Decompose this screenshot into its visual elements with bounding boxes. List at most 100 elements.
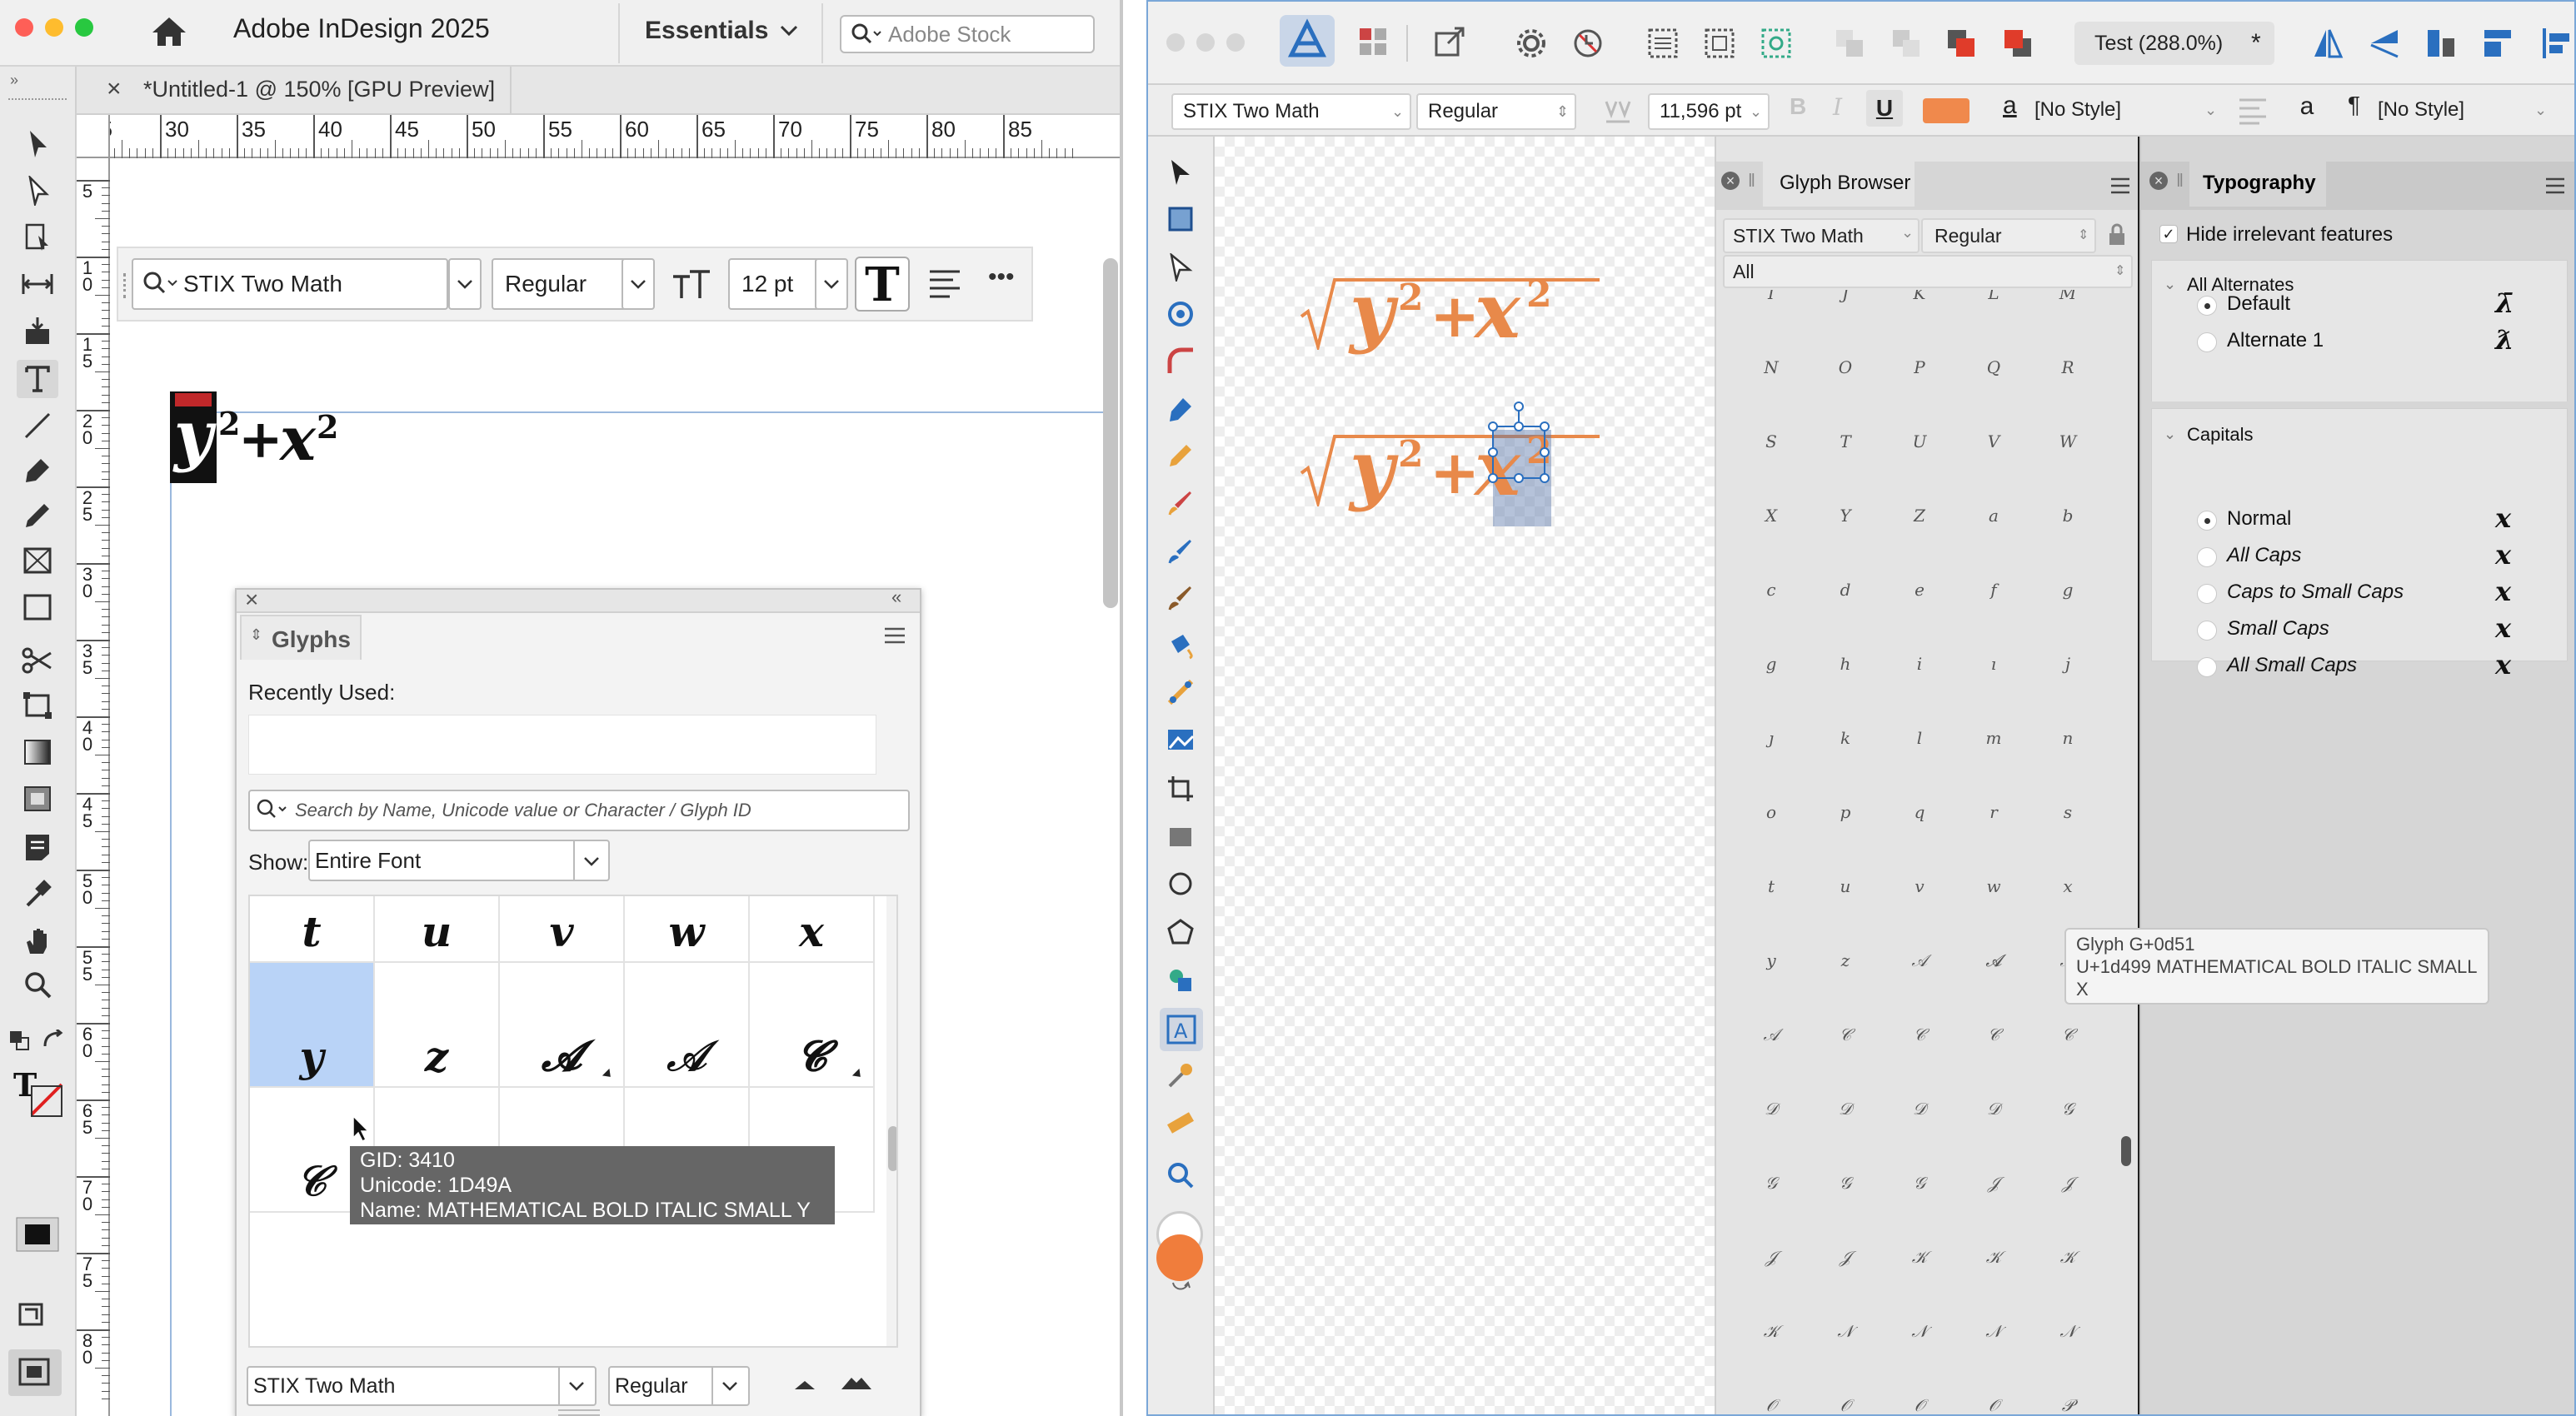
af-font-field[interactable]: STIX Two Math ⌄	[1171, 93, 1411, 130]
af-style-field[interactable]: Regular ⇕	[1416, 93, 1576, 130]
gb-glyph-cell[interactable]: 𝒟	[1883, 1072, 1956, 1145]
gb-glyph-cell[interactable]: 𝒟	[1809, 1072, 1882, 1145]
ruler-origin[interactable]	[77, 115, 110, 158]
baseline-grid-icon[interactable]	[1646, 27, 1680, 60]
note-tool-icon[interactable]	[17, 828, 58, 866]
gb-glyph-cell[interactable]: 𝒢	[2031, 1072, 2104, 1145]
gb-glyph-cell[interactable]: 𝓐	[1957, 924, 2030, 997]
gb-scroll-thumb[interactable]	[2121, 1136, 2131, 1166]
gb-glyph-cell[interactable]: c	[1735, 553, 1808, 626]
move-to-front-icon[interactable]	[1944, 27, 1978, 60]
margins-icon[interactable]	[1703, 27, 1736, 60]
option-radio[interactable]	[2197, 332, 2217, 352]
gb-glyph-cell[interactable]: m	[1957, 701, 2030, 775]
gb-glyph-cell[interactable]: 𝒦	[1735, 1294, 1808, 1368]
character-style-field[interactable]: [No Style] ⌄	[2024, 93, 2224, 130]
option-radio[interactable]	[2197, 621, 2217, 641]
document-zoom-menu[interactable]: Test (288.0%) *	[2074, 22, 2274, 65]
gb-glyph-cell[interactable]: 𝒥	[2031, 1146, 2104, 1219]
gb-glyph-cell[interactable]: R	[2031, 331, 2104, 404]
gb-glyph-cell[interactable]: M	[2031, 290, 2104, 330]
underline-button[interactable]: U	[1866, 90, 1903, 127]
publisher-persona-icon[interactable]	[1280, 15, 1335, 67]
selection-tool-icon[interactable]	[17, 125, 58, 163]
gb-glyph-cell[interactable]: W	[2031, 405, 2104, 478]
home-icon[interactable]	[150, 15, 188, 48]
gb-glyph-cell[interactable]: v	[1883, 850, 1956, 923]
rotate-icon[interactable]	[2424, 27, 2458, 60]
gb-glyph-cell[interactable]: f	[1957, 553, 2030, 626]
pencil-tool-icon[interactable]	[1166, 441, 1195, 470]
gb-glyph-cell[interactable]: u	[1809, 850, 1882, 923]
settings-gear-icon[interactable]	[1515, 27, 1548, 60]
glyph-cell[interactable]: t	[250, 896, 375, 963]
export-icon[interactable]	[1433, 25, 1466, 58]
gb-glyph-cell[interactable]: Z	[1883, 479, 1956, 552]
hand-tool-icon[interactable]	[17, 921, 58, 960]
glyph-grid-scroll-thumb[interactable]	[888, 1126, 896, 1171]
collapse-panel-icon[interactable]: «	[891, 586, 901, 608]
bleed-icon[interactable]	[1760, 27, 1793, 60]
vertical-scrollbar-thumb[interactable]	[1103, 258, 1118, 608]
align-left-icon[interactable]	[2541, 27, 2574, 60]
glyphs-tab[interactable]: ⇕ Glyphs	[240, 615, 362, 660]
paragraph-style-a-button[interactable]: a	[2288, 88, 2326, 127]
gb-glyph-cell[interactable]: J	[1809, 290, 1882, 330]
gb-glyph-cell[interactable]: 𝒢	[1883, 1146, 1956, 1219]
crop-tool-icon[interactable]	[1166, 775, 1195, 803]
gb-glyph-cell[interactable]: 𝒦	[1883, 1220, 1956, 1294]
option-label[interactable]: Default	[2227, 292, 2290, 316]
typography-tab[interactable]: Typography	[2189, 160, 2326, 207]
gb-glyph-cell[interactable]: 𝒜	[1883, 924, 1956, 997]
zoom-tool-icon[interactable]	[17, 966, 58, 1005]
gb-glyph-cell[interactable]: X	[1735, 479, 1808, 552]
gb-glyph-cell[interactable]: l	[1883, 701, 1956, 775]
option-label[interactable]: Normal	[2227, 507, 2291, 531]
gb-glyph-cell[interactable]: S	[1735, 405, 1808, 478]
rectangle-frame-tool-icon[interactable]	[17, 541, 58, 580]
corner-tool-icon[interactable]	[1166, 347, 1195, 375]
measure-tool-icon[interactable]	[1166, 1108, 1195, 1136]
glyph-style-field[interactable]: Regular	[608, 1366, 750, 1406]
gb-glyph-cell[interactable]: e	[1883, 553, 1956, 626]
glyph-cell[interactable]: x	[750, 896, 875, 963]
gb-glyph-cell[interactable]: 𝒪	[1883, 1369, 1956, 1414]
default-fill-stroke-icon[interactable]	[8, 1030, 32, 1051]
gb-glyph-cell[interactable]: 𝒥	[1735, 1220, 1808, 1294]
flip-horizontal-icon[interactable]	[2311, 27, 2344, 60]
glyph-cell[interactable]: z	[375, 963, 500, 1088]
glyph-font-field[interactable]: STIX Two Math	[247, 1366, 597, 1406]
increase-size-icon[interactable]	[840, 1374, 873, 1391]
panel-menu-icon[interactable]	[883, 626, 906, 645]
gb-glyph-cell[interactable]: T	[1809, 405, 1882, 478]
gb-glyph-cell[interactable]: q	[1883, 775, 1956, 849]
gb-glyph-cell[interactable]: w	[1957, 850, 2030, 923]
close-panel-icon[interactable]: ×	[245, 586, 258, 613]
apply-color-icon[interactable]	[15, 1216, 65, 1258]
direct-selection-tool-icon[interactable]	[17, 172, 58, 210]
glyph-cell[interactable]: 𝒜	[625, 963, 750, 1088]
gb-glyph-cell[interactable]: U	[1883, 405, 1956, 478]
artboard-tool-icon[interactable]	[1166, 205, 1195, 233]
panel-menu-icon[interactable]	[2544, 177, 2566, 195]
gb-glyph-cell[interactable]: 𝒞	[1957, 998, 2030, 1071]
gb-glyph-cell[interactable]: b	[2031, 479, 2104, 552]
gb-glyph-cell[interactable]: 𝒟	[1735, 1072, 1808, 1145]
paint-brush-tool-icon[interactable]	[1166, 536, 1195, 565]
gradient-tool-icon[interactable]	[1166, 678, 1195, 706]
font-family-field[interactable]: STIX Two Math	[132, 258, 448, 310]
bold-button[interactable]: B	[1790, 93, 1806, 120]
alternates-indicator-icon[interactable]	[602, 1068, 615, 1081]
gb-glyph-cell[interactable]: 𝒞	[1809, 998, 1882, 1071]
move-forward-icon[interactable]	[1890, 27, 1923, 60]
option-radio[interactable]	[2197, 547, 2217, 567]
hide-irrelevant-checkbox[interactable]: ✓	[2159, 225, 2178, 243]
font-size-field[interactable]: 12 pt	[728, 258, 820, 310]
gb-glyph-cell[interactable]: 𝒦	[1957, 1220, 2030, 1294]
option-label[interactable]: Caps to Small Caps	[2227, 581, 2404, 604]
panel-grip[interactable]: ‖	[1748, 170, 1755, 192]
gb-glyph-cell[interactable]: Q	[1957, 331, 2030, 404]
character-formatting-button[interactable]: T	[855, 257, 910, 312]
gb-font-field[interactable]: STIX Two Math ⌄	[1723, 218, 1920, 253]
move-back-icon[interactable]	[1833, 27, 1866, 60]
